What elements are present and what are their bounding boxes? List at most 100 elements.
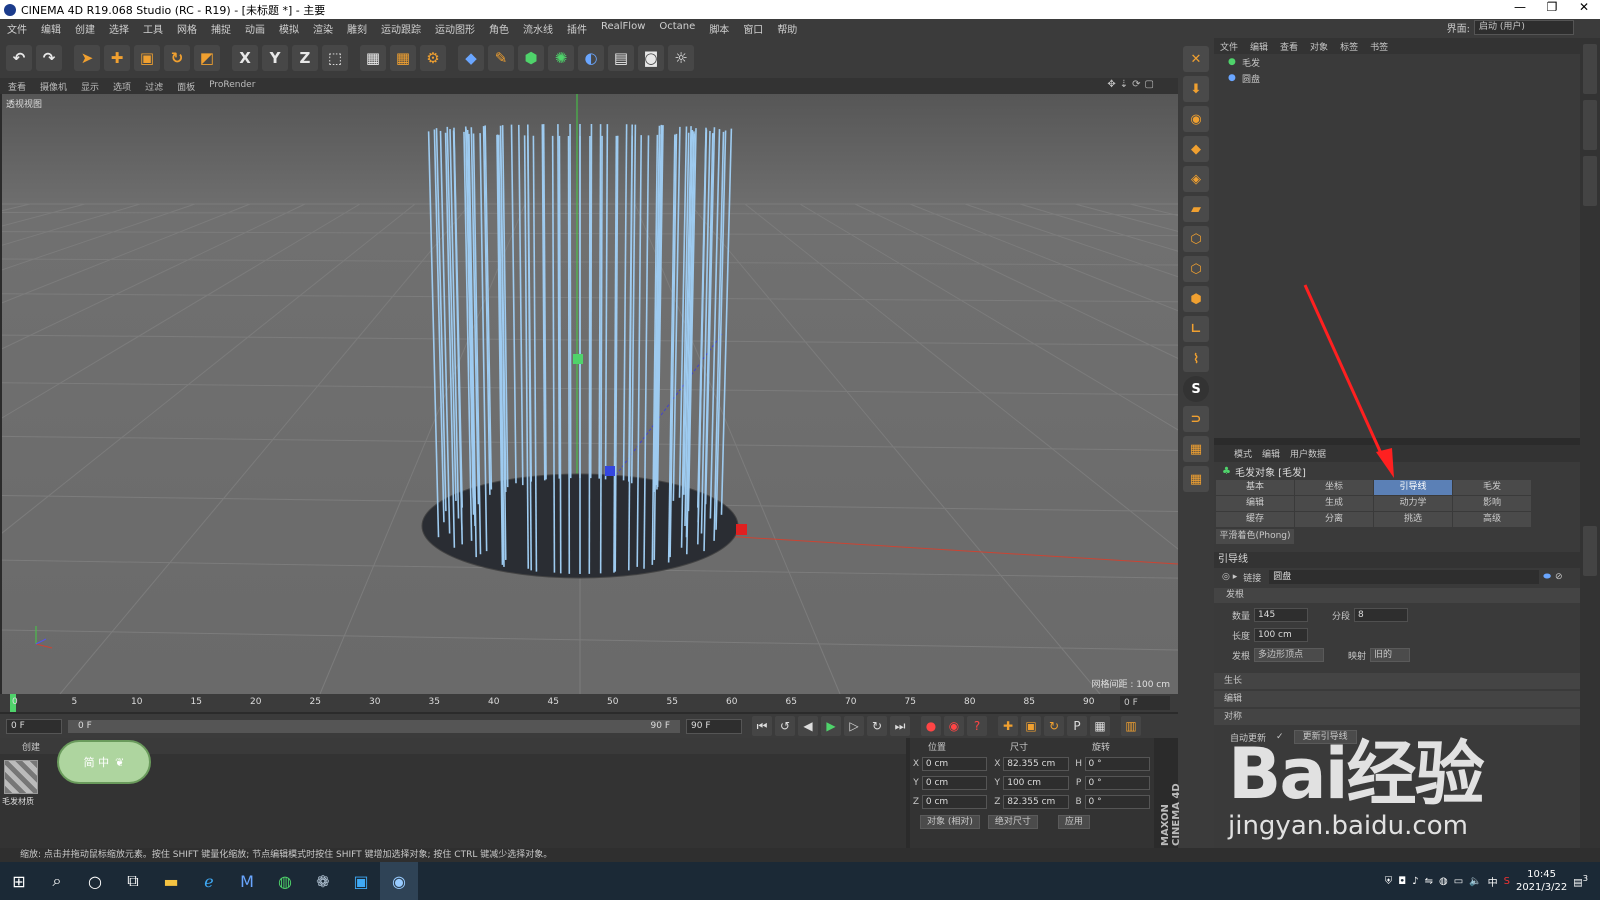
tab-9[interactable]: 分离 — [1295, 512, 1373, 527]
prev-key-button[interactable]: ↺ — [775, 716, 795, 736]
play-button[interactable]: ▶ — [821, 716, 841, 736]
coord-size-field[interactable]: 100 cm — [1003, 775, 1069, 790]
edge-browser-icon[interactable]: ℯ — [190, 862, 228, 900]
y-axis-icon[interactable]: Y — [262, 45, 288, 71]
render-settings-icon[interactable]: ⚙ — [420, 45, 446, 71]
model-mode-icon[interactable]: ◆ — [1183, 136, 1209, 162]
minimize-button[interactable]: — — [1504, 0, 1536, 14]
hair-guides[interactable] — [427, 124, 733, 574]
autokey-button[interactable]: ◉ — [944, 716, 964, 736]
current-frame-field[interactable]: 0 F — [1120, 696, 1170, 710]
link-field[interactable]: 圆盘 — [1269, 570, 1540, 584]
timeline-ruler[interactable]: 0 5 10 15 20 25 30 35 40 45 50 55 60 65 70 75 80 85 90 0 F — [0, 694, 1178, 712]
side-tab-structure[interactable] — [1583, 156, 1597, 206]
auto-update-checkbox[interactable]: ✓ — [1276, 732, 1284, 742]
goto-end-button[interactable]: ⏭ — [890, 716, 910, 736]
viewport-menu-item-2[interactable]: 显示 — [81, 80, 99, 93]
root-dropdown[interactable]: 多边形顶点 — [1254, 648, 1324, 662]
start-frame-field[interactable]: 0 F — [6, 718, 62, 734]
viewport-scene[interactable] — [2, 94, 1178, 694]
menu-item-8[interactable]: 模拟 — [272, 21, 306, 36]
key-rotation-button[interactable]: ↻ — [1044, 716, 1064, 736]
tab-6[interactable]: 动力学 — [1374, 496, 1452, 511]
rotate-icon[interactable]: ↻ — [164, 45, 190, 71]
collapsed-group-0[interactable]: 生长 — [1214, 673, 1580, 689]
menu-item-19[interactable]: 窗口 — [736, 21, 770, 36]
apply-button[interactable]: 应用 — [1057, 815, 1090, 829]
key-pla-button[interactable]: ▦ — [1090, 716, 1110, 736]
globe-icon[interactable]: ◉ — [1183, 106, 1209, 132]
tab-5[interactable]: 生成 — [1295, 496, 1373, 511]
deformer-icon[interactable]: ◐ — [578, 45, 604, 71]
x-axis-handle[interactable] — [736, 524, 747, 535]
task-view-icon[interactable]: ⧉ — [114, 862, 152, 900]
cube-primitive-icon[interactable]: ◆ — [458, 45, 484, 71]
tray-sogou-icon[interactable]: S — [1504, 876, 1510, 887]
mapping-dropdown[interactable]: 旧的 — [1370, 648, 1410, 662]
material-menu-0[interactable]: 创建 — [22, 740, 40, 753]
tray-volume-icon[interactable]: 🔈 — [1469, 876, 1481, 887]
render-view-icon[interactable]: ▦ — [360, 45, 386, 71]
collapsed-group-2[interactable]: 对称 — [1214, 709, 1580, 725]
tray-wechat-icon[interactable]: ◍ — [1439, 876, 1448, 887]
app-blue-icon[interactable]: ▣ — [342, 862, 380, 900]
object-manager-menu-2[interactable]: 查看 — [1280, 40, 1298, 53]
x-axis-icon[interactable]: X — [232, 45, 258, 71]
side-tab-content[interactable] — [1583, 100, 1597, 150]
tray-network-icon[interactable]: ⇋ — [1425, 876, 1433, 887]
edges-mode-icon[interactable]: ⬡ — [1183, 256, 1209, 282]
app-m-icon[interactable]: M — [228, 862, 266, 900]
collapsed-group-1[interactable]: 编辑 — [1214, 691, 1580, 707]
scale-icon[interactable]: ▣ — [134, 45, 160, 71]
z-axis-icon[interactable]: Z — [292, 45, 318, 71]
frame-range-slider[interactable]: 0 F 90 F — [68, 719, 680, 733]
floor-icon[interactable]: ▤ — [608, 45, 634, 71]
tab-8[interactable]: 缓存 — [1216, 512, 1294, 527]
menu-item-5[interactable]: 网格 — [170, 21, 204, 36]
menu-item-0[interactable]: 文件 — [0, 21, 34, 36]
menu-item-11[interactable]: 运动跟踪 — [374, 21, 428, 36]
render-picture-viewer-icon[interactable]: ▦ — [390, 45, 416, 71]
maximize-button[interactable]: ❐ — [1536, 0, 1568, 14]
cloner-icon[interactable]: ✺ — [548, 45, 574, 71]
y-axis-handle[interactable] — [573, 354, 583, 364]
menu-item-4[interactable]: 工具 — [136, 21, 170, 36]
tab-2[interactable]: 引导线 — [1374, 480, 1452, 495]
coord-position-field[interactable]: 0 cm — [921, 756, 988, 771]
link-clear-icon[interactable]: ⊘ — [1555, 572, 1563, 582]
windows-start-icon[interactable]: ⊞ — [0, 862, 38, 900]
menu-item-15[interactable]: 插件 — [560, 21, 594, 36]
coord-rotation-field[interactable]: 0 ° — [1084, 756, 1150, 771]
render-region-icon[interactable]: ✕ — [1183, 46, 1209, 72]
key-scale-button[interactable]: ▣ — [1021, 716, 1041, 736]
link-radio-icon[interactable]: ◎ ▸ — [1222, 572, 1237, 582]
tab-4[interactable]: 编辑 — [1216, 496, 1294, 511]
recent-tool-icon[interactable]: ◩ — [194, 45, 220, 71]
file-explorer-icon[interactable]: ▬ — [152, 862, 190, 900]
z-axis-handle[interactable] — [605, 466, 615, 476]
tab-7[interactable]: 影响 — [1453, 496, 1531, 511]
menu-item-7[interactable]: 动画 — [238, 21, 272, 36]
texture-mode-icon[interactable]: ◈ — [1183, 166, 1209, 192]
count-field[interactable]: 145 — [1254, 608, 1308, 622]
timeline-window-button[interactable]: ▥ — [1121, 716, 1141, 736]
menu-item-6[interactable]: 捕捉 — [204, 21, 238, 36]
grid-snap-icon[interactable]: ▦ — [1183, 436, 1209, 462]
menu-item-20[interactable]: 帮助 — [770, 21, 804, 36]
baidu-netdisk-icon[interactable]: ❁ — [304, 862, 342, 900]
wechat-icon[interactable]: ◍ — [266, 862, 304, 900]
select-arrow-icon[interactable]: ➤ — [74, 45, 100, 71]
object-row[interactable]: ● 毛发 — [1214, 54, 1580, 70]
close-button[interactable]: ✕ — [1568, 0, 1600, 14]
coord-size-field[interactable]: 82.355 cm — [1003, 756, 1069, 771]
points-mode-icon[interactable]: ⬡ — [1183, 226, 1209, 252]
tab-0[interactable]: 基本 — [1216, 480, 1294, 495]
next-frame-button[interactable]: ▷ — [844, 716, 864, 736]
coord-position-field[interactable]: 0 cm — [921, 794, 988, 809]
viewport-menu-item-0[interactable]: 查看 — [8, 80, 26, 93]
redo-icon[interactable]: ↷ — [36, 45, 62, 71]
menu-item-1[interactable]: 编辑 — [34, 21, 68, 36]
viewport-menu-item-5[interactable]: 面板 — [177, 80, 195, 93]
magnet-icon[interactable]: ⊃ — [1183, 406, 1209, 432]
download-icon[interactable]: ⬇ — [1183, 76, 1209, 102]
